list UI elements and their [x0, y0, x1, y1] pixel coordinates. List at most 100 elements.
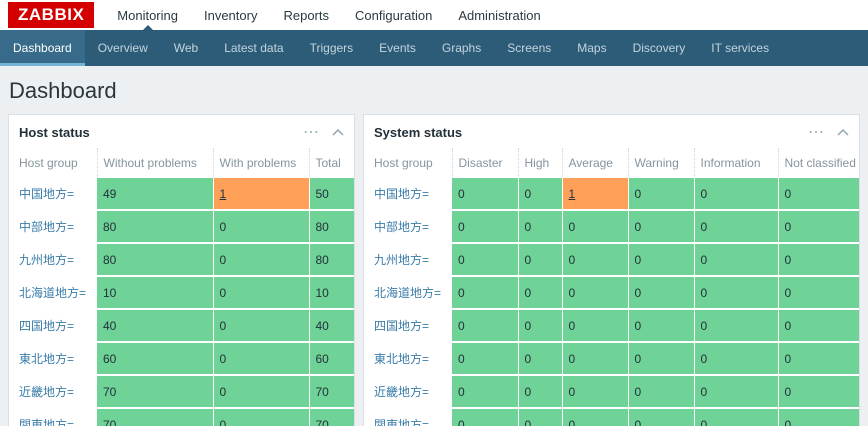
system-status-panel: System status ⋯ Host group Disaster High Av…	[363, 114, 860, 426]
page-title: Dashboard	[9, 78, 117, 103]
status-cell-ok: 0	[561, 210, 628, 244]
host-group-link[interactable]: 九州地方=	[19, 253, 74, 267]
status-cell-ok: 10	[97, 276, 213, 310]
host-group-link[interactable]: 中国地方=	[374, 187, 429, 201]
subnav-latest-data[interactable]: Latest data	[211, 30, 296, 66]
status-cell-ok: 0	[452, 309, 518, 343]
table-row: 関東地方= 70 0 70	[9, 408, 354, 426]
subnav-screens[interactable]: Screens	[494, 30, 564, 66]
table-row: 四国地方= 0 0 0 0 0 0	[364, 309, 859, 343]
status-cell-ok: 0	[777, 276, 859, 310]
table-row: 四国地方= 40 0 40	[9, 309, 354, 343]
main-nav-inventory[interactable]: Inventory	[191, 0, 270, 30]
collapse-chevron-icon[interactable]	[837, 129, 849, 136]
column-header-high: High	[517, 148, 562, 178]
column-header-not-classified: Not classified	[777, 148, 859, 178]
status-cell-ok: 0	[777, 210, 859, 244]
zabbix-logo[interactable]: ZABBIX	[8, 2, 95, 28]
status-cell-ok: 0	[777, 408, 859, 426]
main-nav-reports[interactable]: Reports	[270, 0, 342, 30]
host-group-cell: 中部地方=	[364, 210, 452, 244]
status-cell-ok: 0	[777, 375, 859, 409]
main-nav-administration[interactable]: Administration	[445, 0, 553, 30]
table-row: 九州地方= 80 0 80	[9, 243, 354, 277]
table-row: 中国地方= 0 0 1 0 0 0	[364, 178, 859, 211]
status-cell-ok: 0	[212, 342, 309, 376]
main-nav: Monitoring Inventory Reports Configuration A…	[104, 0, 553, 30]
subnav-discovery[interactable]: Discovery	[620, 30, 699, 66]
column-header-without-problems: Without problems	[96, 148, 213, 178]
subnav-events[interactable]: Events	[366, 30, 429, 66]
status-cell-ok: 0	[627, 342, 694, 376]
status-cell-ok: 0	[561, 408, 628, 426]
table-row: 近畿地方= 0 0 0 0 0 0	[364, 375, 859, 409]
host-group-link[interactable]: 東北地方=	[19, 352, 74, 366]
status-cell-ok: 0	[452, 342, 518, 376]
host-group-cell: 中国地方=	[9, 178, 97, 211]
status-cell-ok: 0	[627, 178, 694, 211]
status-cell-ok: 80	[308, 210, 354, 244]
subnav-graphs[interactable]: Graphs	[429, 30, 494, 66]
host-status-table: Host group Without problems With problems T…	[9, 148, 354, 426]
status-cell-ok: 0	[517, 210, 562, 244]
host-group-link[interactable]: 北海道地方=	[19, 286, 86, 300]
subnav-web[interactable]: Web	[161, 30, 211, 66]
host-group-link[interactable]: 関東地方=	[374, 418, 429, 426]
top-bar: ZABBIX Monitoring Inventory Reports Configu…	[0, 0, 868, 30]
subnav-it-services[interactable]: IT services	[698, 30, 782, 66]
status-cell-ok: 0	[517, 309, 562, 343]
status-cell-problem[interactable]: 1	[561, 178, 628, 211]
status-cell-ok: 0	[517, 178, 562, 211]
status-cell-ok: 0	[452, 408, 518, 426]
host-group-link[interactable]: 北海道地方=	[374, 286, 441, 300]
status-cell-ok: 10	[308, 276, 354, 310]
host-group-link[interactable]: 東北地方=	[374, 352, 429, 366]
collapse-chevron-icon[interactable]	[332, 129, 344, 136]
widget-title: Host status	[19, 125, 90, 140]
status-cell-ok: 0	[452, 243, 518, 277]
status-cell-ok: 0	[517, 375, 562, 409]
status-cell-ok: 0	[693, 408, 778, 426]
host-group-link[interactable]: 四国地方=	[374, 319, 429, 333]
subnav-triggers[interactable]: Triggers	[297, 30, 367, 66]
column-header-host-group: Host group	[19, 156, 78, 170]
status-cell-ok: 0	[777, 243, 859, 277]
host-group-link[interactable]: 中部地方=	[374, 220, 429, 234]
status-cell-ok: 49	[97, 178, 213, 211]
host-group-link[interactable]: 近畿地方=	[19, 385, 74, 399]
status-cell-ok: 0	[452, 178, 518, 211]
status-cell-ok: 40	[308, 309, 354, 343]
host-group-cell: 九州地方=	[364, 243, 452, 277]
status-cell-ok: 0	[517, 243, 562, 277]
host-group-link[interactable]: 中国地方=	[19, 187, 74, 201]
host-group-link[interactable]: 四国地方=	[19, 319, 74, 333]
subnav-maps[interactable]: Maps	[564, 30, 619, 66]
status-cell-ok: 0	[561, 276, 628, 310]
widget-header: System status ⋯	[364, 115, 859, 148]
host-status-panel: Host status ⋯ Host group Without problems…	[8, 114, 355, 426]
main-nav-monitoring[interactable]: Monitoring	[104, 0, 191, 30]
problem-count-link[interactable]: 1	[569, 187, 576, 201]
status-cell-ok: 70	[308, 375, 354, 409]
problem-count-link[interactable]: 1	[220, 187, 227, 201]
host-group-link[interactable]: 中部地方=	[19, 220, 74, 234]
sub-nav: Dashboard Overview Web Latest data Triggers E…	[0, 30, 868, 66]
status-cell-ok: 70	[97, 408, 213, 426]
status-cell-ok: 60	[308, 342, 354, 376]
widget-menu-icon[interactable]: ⋯	[303, 124, 320, 140]
host-group-link[interactable]: 関東地方=	[19, 418, 74, 426]
status-cell-problem[interactable]: 1	[212, 178, 309, 211]
widget-menu-icon[interactable]: ⋯	[808, 124, 825, 140]
subnav-dashboard[interactable]: Dashboard	[0, 30, 85, 66]
host-group-cell: 中部地方=	[9, 210, 97, 244]
table-row: 北海道地方= 0 0 0 0 0 0	[364, 276, 859, 310]
subnav-overview[interactable]: Overview	[85, 30, 161, 66]
host-group-cell: 東北地方=	[364, 342, 452, 376]
host-group-link[interactable]: 近畿地方=	[374, 385, 429, 399]
column-header-host-group: Host group	[374, 156, 433, 170]
host-group-cell: 北海道地方=	[364, 276, 452, 310]
status-cell-ok: 0	[452, 276, 518, 310]
main-nav-configuration[interactable]: Configuration	[342, 0, 445, 30]
status-cell-ok: 80	[97, 210, 213, 244]
host-group-link[interactable]: 九州地方=	[374, 253, 429, 267]
